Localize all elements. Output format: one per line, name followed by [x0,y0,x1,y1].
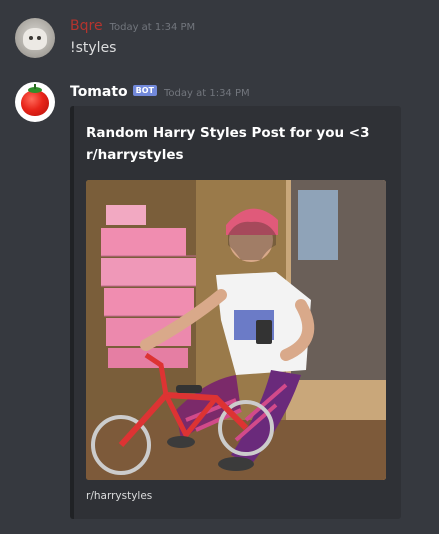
user-avatar-icon[interactable] [15,18,55,58]
message-content: !styles [70,40,117,56]
embed-image[interactable] [86,180,386,480]
bot-tag: BOT [132,85,158,96]
username[interactable]: Bqre [70,18,103,34]
embed-footer: r/harrystyles [86,490,153,502]
chat-messages: Bqre Today at 1:34 PM !styles Tomato BOT… [0,0,439,534]
username[interactable]: Tomato [70,84,128,100]
timestamp: Today at 1:34 PM [164,88,250,99]
message-header: Tomato BOT Today at 1:34 PM [70,84,250,100]
timestamp: Today at 1:34 PM [109,22,196,33]
photo-image [86,180,386,480]
message-header: Bqre Today at 1:34 PM [70,18,195,34]
tomato-avatar-icon[interactable] [15,82,55,122]
embed-title: Random Harry Styles Post for you <3 r/ha… [86,125,370,163]
embed: Random Harry Styles Post for you <3 r/ha… [70,106,401,519]
